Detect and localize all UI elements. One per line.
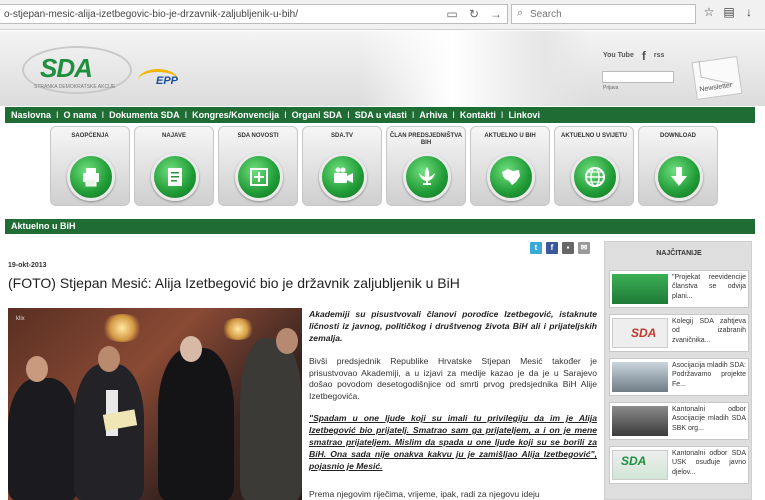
list-item[interactable]: Asocijacija mladih SDA: Podržavamo proje… (609, 358, 749, 396)
thumbnail: SDA (612, 318, 668, 348)
newsletter-label: Newsletter (699, 81, 733, 94)
twitter-icon[interactable]: t (530, 242, 542, 254)
tile-aktuelno-svijet[interactable]: AKTUELNO U SVIJETU (554, 126, 634, 206)
article-title: (FOTO) Stjepan Mesić: Alija Izetbegović … (8, 275, 460, 291)
chandelier-light (100, 314, 144, 342)
site-header: SDA STRANKA DEMOKRATSKE AKCIJE EPP You T… (0, 31, 765, 106)
video-camera-icon (319, 153, 367, 201)
list-item[interactable]: SDA Kolegij SDA zahtjeva od izabranih zv… (609, 314, 749, 352)
tile-download[interactable]: DOWNLOAD (638, 126, 718, 206)
article-paragraph: Prema njegovim riječima, vrijeme, ipak, … (309, 489, 540, 499)
nav-item-dokumenta[interactable]: Dokumenta SDA (109, 110, 180, 120)
social-links: You Tube f rss (603, 49, 664, 63)
reader-view-icon[interactable]: ▭ (445, 7, 459, 21)
tile-saopcenja[interactable]: SAOPĆENJA (50, 126, 130, 206)
search-input[interactable] (530, 7, 690, 22)
article-paragraph: Bivši predsjednik Republike Hrvatske Stj… (309, 356, 597, 401)
rss-icon[interactable]: rss (654, 49, 665, 63)
facebook-share-icon[interactable]: f (546, 242, 558, 254)
bookmark-star-icon[interactable]: ☆ (702, 5, 716, 19)
tile-sda-tv[interactable]: SDA.TV (302, 126, 382, 206)
photo-watermark: klix (16, 316, 25, 322)
sda-logo[interactable]: SDA (40, 53, 93, 84)
chandelier-light (220, 318, 256, 340)
header-login-input[interactable] (602, 71, 674, 83)
tile-najave[interactable]: NAJAVE (134, 126, 214, 206)
tile-aktuelno-bih[interactable]: AKTUELNO U BIH (470, 126, 550, 206)
url-text: o-stjepan-mesic-alija-izetbegovic-bio-je… (4, 9, 299, 20)
logo-subtitle: STRANKA DEMOKRATSKE AKCIJE (34, 84, 116, 90)
category-tiles: SAOPĆENJA NAJAVE SDA NOVOSTI SDA.TV ČLAN… (50, 126, 718, 208)
bih-map-icon (487, 153, 535, 201)
forward-icon[interactable]: → (489, 7, 503, 21)
article-date: 19-okt-2013 (8, 262, 47, 269)
address-bar[interactable]: o-stjepan-mesic-alija-izetbegovic-bio-je… (0, 4, 508, 24)
most-read-sidebar: NAJČITANIJE "Projekat reevidencije člans… (604, 241, 752, 500)
nav-item-kontakti[interactable]: Kontakti (460, 110, 496, 120)
thumbnail (612, 274, 668, 304)
add-document-icon (235, 153, 283, 201)
document-icon (151, 153, 199, 201)
article-lead: Akademiji su pisustvovali članovi porodi… (309, 309, 597, 343)
share-icons: t f ▪ ✉ (530, 242, 590, 254)
facebook-icon[interactable]: f (642, 49, 646, 63)
nav-item-vlast[interactable]: SDA u vlasti (355, 110, 407, 120)
nav-item-naslovna[interactable]: Naslovna (11, 110, 51, 120)
nav-item-kongres[interactable]: Kongres/Konvencija (192, 110, 279, 120)
nav-item-o-nama[interactable]: O nama (64, 110, 97, 120)
download-icon[interactable]: ↓ (742, 5, 756, 19)
browser-search-box[interactable]: ⌕ (511, 4, 696, 24)
printer-icon (67, 153, 115, 201)
article-photo[interactable]: klix (8, 308, 302, 500)
list-item[interactable]: "Projekat reevidencije članstva se odvij… (609, 270, 749, 308)
search-icon: ⌕ (517, 7, 524, 19)
thumbnail (612, 406, 668, 436)
fleur-de-lis-icon (403, 153, 451, 201)
youtube-icon[interactable]: You Tube (603, 49, 634, 63)
email-icon[interactable]: ✉ (578, 242, 590, 254)
article-quote: "Spadam u one ljude koji su imali tu pri… (309, 413, 597, 471)
header-decoration (360, 31, 590, 106)
print-icon[interactable]: ▪ (562, 242, 574, 254)
list-item[interactable]: Kantonalni odbor Asocijacije mladih SDA … (609, 402, 749, 440)
nav-item-organi[interactable]: Organi SDA (292, 110, 343, 120)
tile-clan-predsjednistva[interactable]: ČLAN PREDSJEDNIŠTVA BIH (386, 126, 466, 206)
globe-icon (571, 153, 619, 201)
newsletter-button[interactable]: Newsletter (691, 55, 743, 101)
thumbnail: SDA (612, 450, 668, 480)
reload-icon[interactable]: ↻ (467, 7, 481, 21)
sidebar-title: NAJČITANIJE (656, 250, 702, 257)
browser-toolbar: o-stjepan-mesic-alija-izetbegovic-bio-je… (0, 0, 765, 30)
nav-item-arhiva[interactable]: Arhiva (419, 110, 447, 120)
epp-logo[interactable]: EPP (136, 67, 198, 95)
nav-item-linkovi[interactable]: Linkovi (508, 110, 540, 120)
list-item[interactable]: SDA Kantonalni odbor SDA USK osuđuje jav… (609, 446, 749, 484)
thumbnail (612, 362, 668, 392)
login-label[interactable]: Prijava (603, 85, 618, 91)
bookmarks-list-icon[interactable]: ▤ (722, 5, 736, 19)
main-nav: Naslovna I O nama I Dokumenta SDA I Kongres… (5, 107, 755, 123)
section-title: Aktuelno u BiH (5, 219, 755, 234)
tile-sda-novosti[interactable]: SDA NOVOSTI (218, 126, 298, 206)
download-arrow-icon (655, 153, 703, 201)
